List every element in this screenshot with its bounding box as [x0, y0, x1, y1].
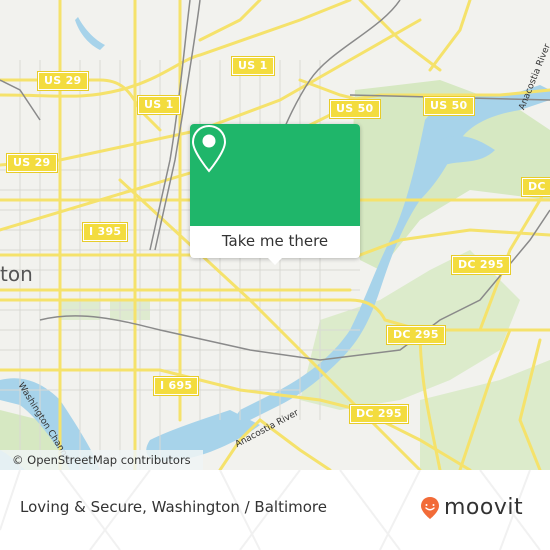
footer: Loving & Secure, Washington / Baltimore … — [0, 470, 550, 550]
map-attribution[interactable]: © OpenStreetMap contributors — [0, 450, 203, 470]
road-shield-us50: US 50 — [423, 96, 475, 116]
road-shield-dc295: DC 295 — [349, 404, 409, 424]
brand-name: moovit — [444, 495, 524, 520]
road-shield-dc295: DC 295 — [386, 325, 446, 345]
location-pin-icon — [191, 124, 227, 173]
road-shield-us29: US 29 — [6, 153, 58, 173]
road-shield-us1: US 1 — [137, 95, 181, 115]
road-shield-i695: I 695 — [152, 376, 200, 396]
moovit-logo[interactable]: moovit — [420, 495, 523, 520]
place-title: Loving & Secure, Washington / Baltimore — [20, 498, 327, 516]
road-shield-i395: I 395 — [81, 222, 129, 242]
road-shield-us50: US 50 — [329, 99, 381, 119]
road-shield-dc295: DC 295 — [451, 255, 511, 275]
road-shield-dc295: DC 295 — [521, 177, 550, 197]
city-label: ton — [0, 262, 33, 286]
moovit-pin-icon — [421, 496, 439, 519]
road-shield-us29: US 29 — [37, 71, 89, 91]
location-popup: Take me there — [190, 124, 360, 265]
attribution-text: © OpenStreetMap contributors — [12, 453, 191, 467]
popup-header — [190, 124, 360, 226]
map[interactable]: ton US 29 US 1 US 1 US 50 US 50 US 29 I … — [0, 0, 550, 470]
take-me-there-button[interactable]: Take me there — [190, 226, 360, 257]
road-shield-us1: US 1 — [231, 56, 275, 76]
popup-pointer — [268, 258, 282, 265]
